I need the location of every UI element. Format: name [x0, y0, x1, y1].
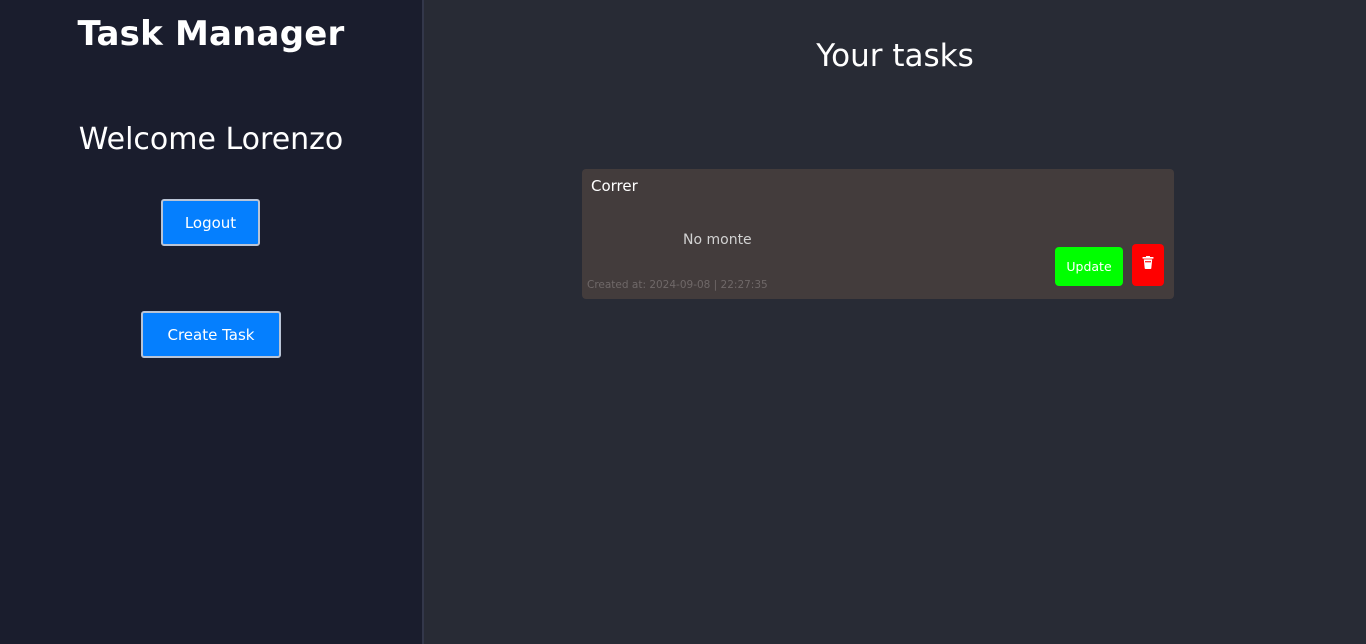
welcome-message: Welcome Lorenzo [78, 122, 344, 157]
delete-task-button[interactable] [1132, 244, 1164, 286]
page-title: Your tasks [816, 38, 974, 74]
main-content: Your tasks Correr No monte Created at: 2… [424, 0, 1366, 644]
task-created-at: Created at: 2024-09-08 | 22:27:35 [587, 279, 768, 291]
task-title: Correr [591, 177, 638, 195]
sidebar: Task Manager Welcome Lorenzo Logout Crea… [0, 0, 424, 644]
update-task-button[interactable]: Update [1055, 247, 1123, 286]
create-task-button[interactable]: Create Task [141, 311, 281, 358]
task-description: No monte [683, 232, 752, 248]
app-title: Task Manager [77, 14, 345, 54]
logout-button[interactable]: Logout [161, 199, 260, 246]
trash-icon [1142, 255, 1154, 269]
task-card: Correr No monte Created at: 2024-09-08 |… [582, 169, 1174, 299]
